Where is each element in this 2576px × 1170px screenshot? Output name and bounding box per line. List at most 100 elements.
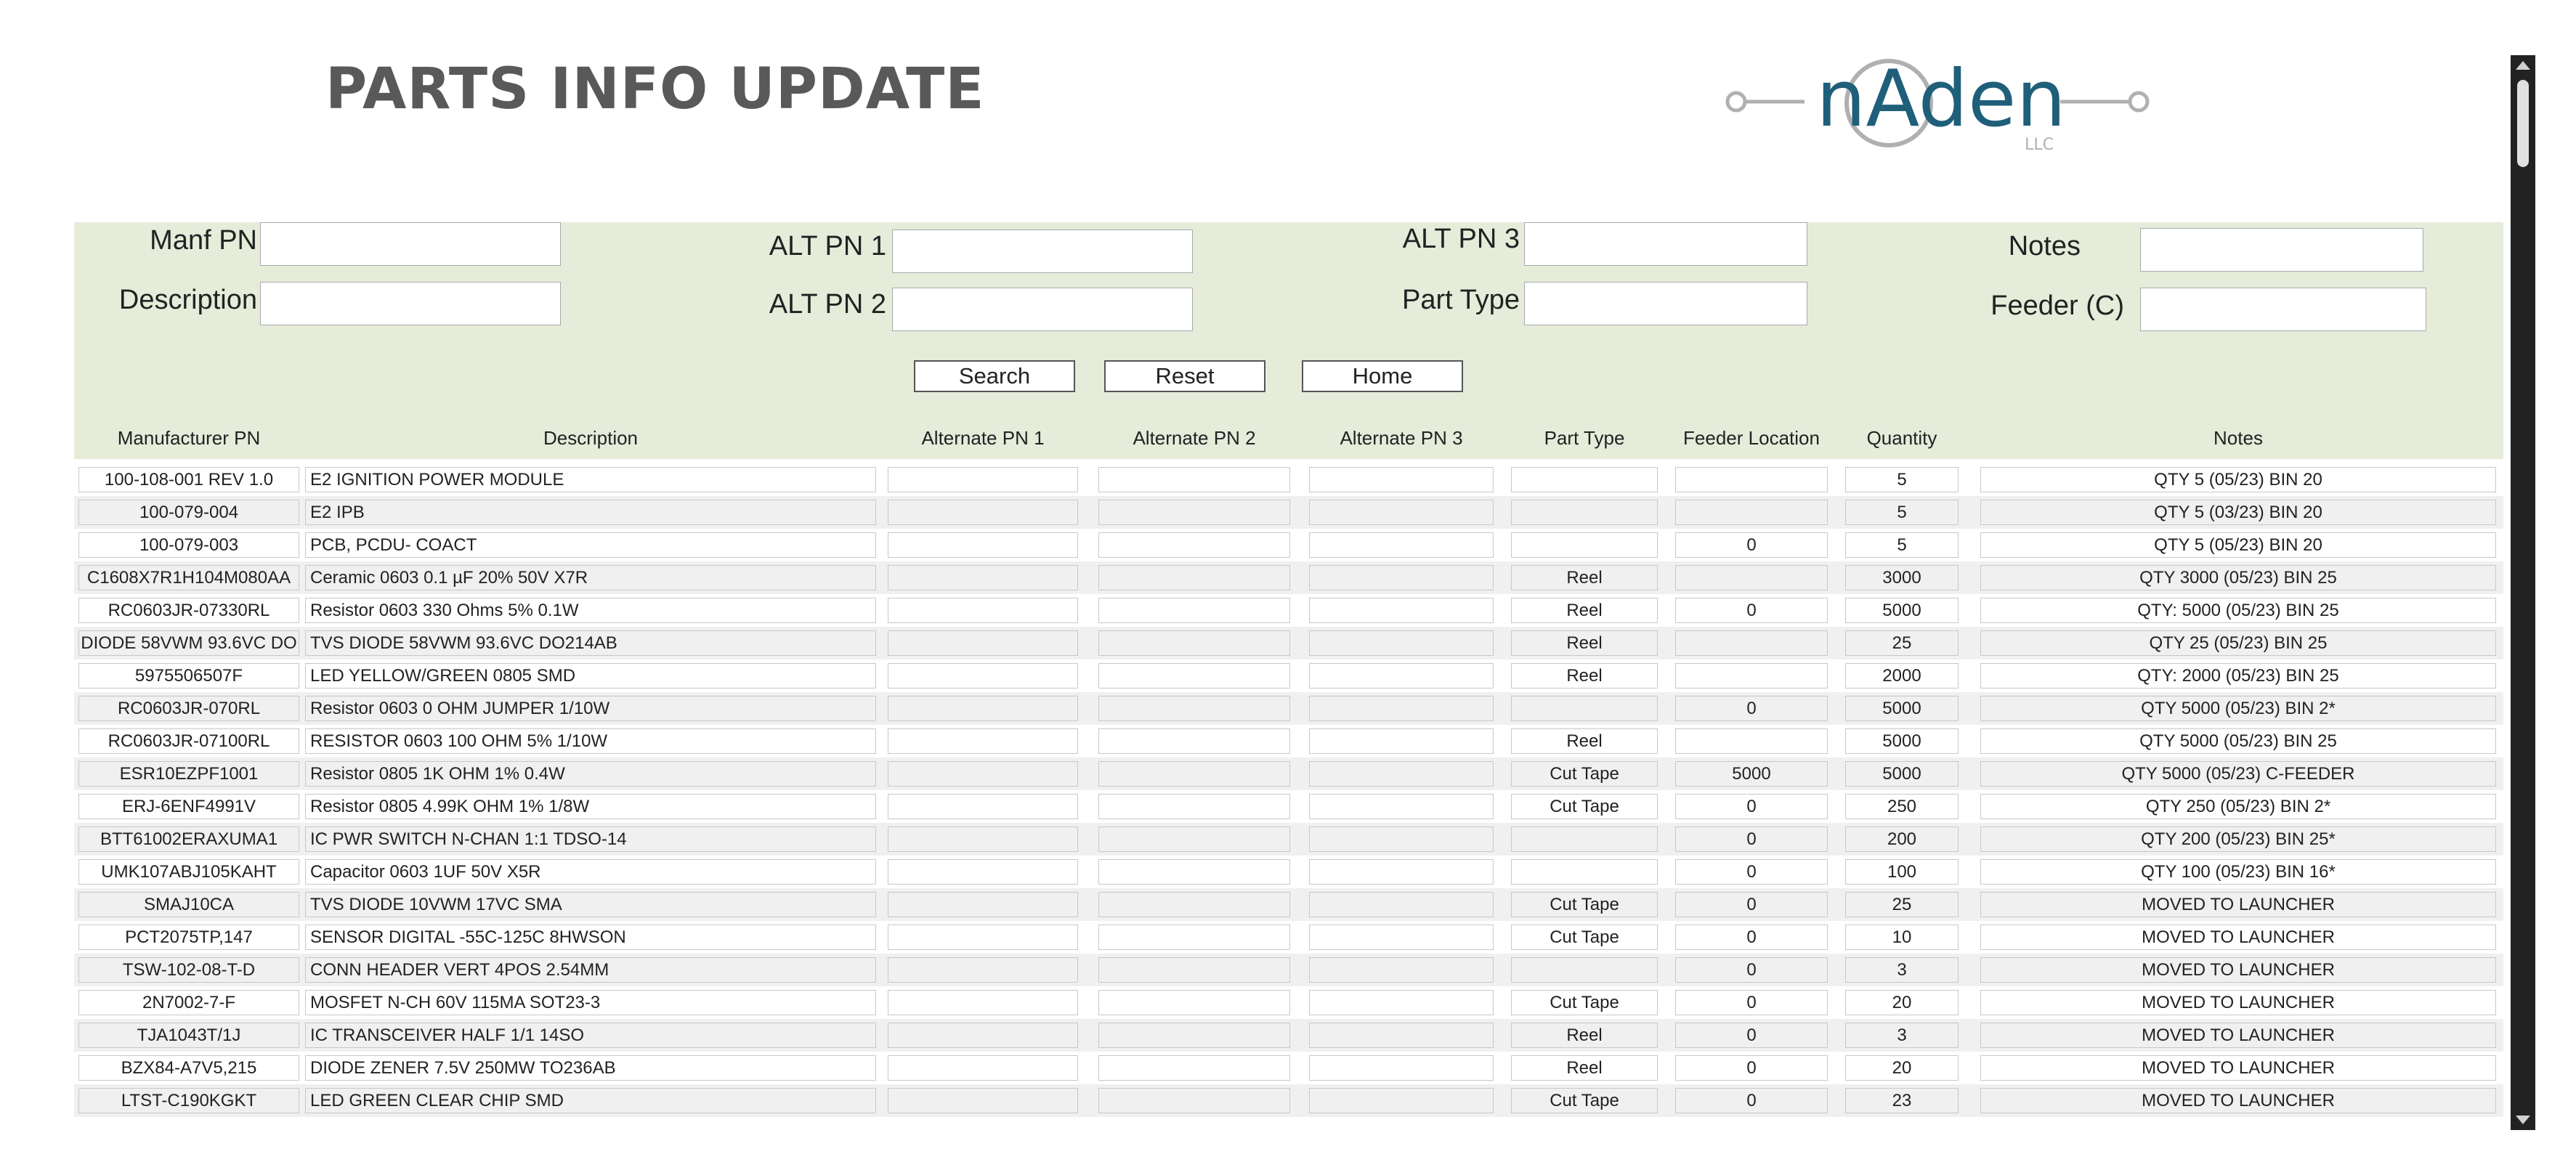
alt-pn2-cell[interactable] (1098, 892, 1290, 917)
alt-pn1-cell[interactable] (888, 892, 1078, 917)
quantity-cell[interactable]: 5000 (1845, 761, 1959, 787)
part-type-cell[interactable] (1511, 957, 1658, 983)
feeder-location-cell[interactable]: 0 (1675, 598, 1828, 623)
notes-cell[interactable]: QTY 5000 (05/23) BIN 2* (1980, 696, 2496, 721)
quantity-cell[interactable]: 5 (1845, 467, 1959, 492)
notes-cell[interactable]: QTY: 5000 (05/23) BIN 25 (1980, 598, 2496, 623)
manufacturer-pn-cell[interactable]: RC0603JR-07330RL (78, 598, 299, 623)
alt-pn1-cell[interactable] (888, 826, 1078, 852)
alt-pn2-cell[interactable] (1098, 761, 1290, 787)
description-input[interactable] (260, 282, 561, 325)
description-cell[interactable]: DIODE ZENER 7.5V 250MW TO236AB (305, 1055, 876, 1081)
manufacturer-pn-cell[interactable]: BTT61002ERAXUMA1 (78, 826, 299, 852)
feeder-location-cell[interactable]: 0 (1675, 859, 1828, 885)
alt-pn3-cell[interactable] (1309, 990, 1494, 1015)
alt-pn3-input[interactable] (1524, 222, 1807, 266)
manufacturer-pn-cell[interactable]: PCT2075TP,147 (78, 925, 299, 950)
description-cell[interactable]: MOSFET N-CH 60V 115MA SOT23-3 (305, 990, 876, 1015)
alt-pn2-cell[interactable] (1098, 500, 1290, 525)
manufacturer-pn-cell[interactable]: SMAJ10CA (78, 892, 299, 917)
notes-cell[interactable]: QTY 5000 (05/23) BIN 25 (1980, 728, 2496, 754)
notes-cell[interactable]: MOVED TO LAUNCHER (1980, 925, 2496, 950)
description-cell[interactable]: Resistor 0603 0 OHM JUMPER 1/10W (305, 696, 876, 721)
alt-pn1-cell[interactable] (888, 1023, 1078, 1048)
part-type-cell[interactable]: Reel (1511, 728, 1658, 754)
alt-pn3-cell[interactable] (1309, 761, 1494, 787)
notes-cell[interactable]: QTY 100 (05/23) BIN 16* (1980, 859, 2496, 885)
alt-pn1-cell[interactable] (888, 794, 1078, 819)
alt-pn3-cell[interactable] (1309, 630, 1494, 656)
part-type-cell[interactable] (1511, 696, 1658, 721)
scroll-down-icon[interactable] (2516, 1116, 2530, 1124)
reset-button[interactable]: Reset (1104, 360, 1265, 392)
part-type-cell[interactable]: Reel (1511, 663, 1658, 688)
description-cell[interactable]: Resistor 0603 330 Ohms 5% 0.1W (305, 598, 876, 623)
description-cell[interactable]: Resistor 0805 4.99K OHM 1% 1/8W (305, 794, 876, 819)
alt-pn1-cell[interactable] (888, 630, 1078, 656)
manufacturer-pn-cell[interactable]: TSW-102-08-T-D (78, 957, 299, 983)
part-type-cell[interactable]: Cut Tape (1511, 794, 1658, 819)
alt-pn1-input[interactable] (892, 229, 1193, 273)
notes-cell[interactable]: MOVED TO LAUNCHER (1980, 1088, 2496, 1113)
part-type-cell[interactable] (1511, 532, 1658, 558)
alt-pn2-input[interactable] (892, 288, 1193, 331)
alt-pn2-cell[interactable] (1098, 957, 1290, 983)
alt-pn3-cell[interactable] (1309, 826, 1494, 852)
manufacturer-pn-cell[interactable]: 5975506507F (78, 663, 299, 688)
description-cell[interactable]: IC PWR SWITCH N-CHAN 1:1 TDSO-14 (305, 826, 876, 852)
part-type-cell[interactable]: Cut Tape (1511, 925, 1658, 950)
alt-pn3-cell[interactable] (1309, 859, 1494, 885)
feeder-location-cell[interactable] (1675, 500, 1828, 525)
notes-cell[interactable]: QTY 3000 (05/23) BIN 25 (1980, 565, 2496, 590)
notes-cell[interactable]: MOVED TO LAUNCHER (1980, 1023, 2496, 1048)
alt-pn1-cell[interactable] (888, 859, 1078, 885)
quantity-cell[interactable]: 100 (1845, 859, 1959, 885)
part-type-input[interactable] (1524, 282, 1807, 325)
notes-cell[interactable]: QTY 5 (05/23) BIN 20 (1980, 532, 2496, 558)
notes-cell[interactable]: MOVED TO LAUNCHER (1980, 892, 2496, 917)
alt-pn3-cell[interactable] (1309, 1055, 1494, 1081)
manufacturer-pn-cell[interactable]: RC0603JR-07100RL (78, 728, 299, 754)
alt-pn2-cell[interactable] (1098, 1055, 1290, 1081)
alt-pn3-cell[interactable] (1309, 565, 1494, 590)
feeder-location-cell[interactable]: 0 (1675, 1088, 1828, 1113)
feeder-location-cell[interactable]: 0 (1675, 826, 1828, 852)
alt-pn3-cell[interactable] (1309, 925, 1494, 950)
alt-pn2-cell[interactable] (1098, 598, 1290, 623)
description-cell[interactable]: E2 IGNITION POWER MODULE (305, 467, 876, 492)
manufacturer-pn-cell[interactable]: UMK107ABJ105KAHT (78, 859, 299, 885)
manufacturer-pn-cell[interactable]: C1608X7R1H104M080AA (78, 565, 299, 590)
description-cell[interactable]: Ceramic 0603 0.1 µF 20% 50V X7R (305, 565, 876, 590)
feeder-location-cell[interactable] (1675, 663, 1828, 688)
part-type-cell[interactable]: Cut Tape (1511, 1088, 1658, 1113)
part-type-cell[interactable]: Cut Tape (1511, 990, 1658, 1015)
scroll-up-icon[interactable] (2516, 61, 2530, 70)
quantity-cell[interactable]: 200 (1845, 826, 1959, 852)
alt-pn3-cell[interactable] (1309, 957, 1494, 983)
alt-pn2-cell[interactable] (1098, 663, 1290, 688)
alt-pn3-cell[interactable] (1309, 467, 1494, 492)
quantity-cell[interactable]: 5 (1845, 532, 1959, 558)
manf-pn-input[interactable] (260, 222, 561, 266)
alt-pn3-cell[interactable] (1309, 532, 1494, 558)
description-cell[interactable]: Capacitor 0603 1UF 50V X5R (305, 859, 876, 885)
notes-cell[interactable]: MOVED TO LAUNCHER (1980, 957, 2496, 983)
notes-cell[interactable]: QTY 5 (03/23) BIN 20 (1980, 500, 2496, 525)
part-type-cell[interactable]: Cut Tape (1511, 892, 1658, 917)
feeder-location-cell[interactable]: 0 (1675, 696, 1828, 721)
alt-pn1-cell[interactable] (888, 925, 1078, 950)
feeder-location-cell[interactable]: 0 (1675, 925, 1828, 950)
part-type-cell[interactable]: Cut Tape (1511, 761, 1658, 787)
alt-pn1-cell[interactable] (888, 990, 1078, 1015)
notes-input[interactable] (2140, 228, 2423, 272)
alt-pn2-cell[interactable] (1098, 565, 1290, 590)
feeder-location-cell[interactable]: 0 (1675, 892, 1828, 917)
feeder-location-cell[interactable]: 0 (1675, 1023, 1828, 1048)
part-type-cell[interactable] (1511, 467, 1658, 492)
quantity-cell[interactable]: 250 (1845, 794, 1959, 819)
description-cell[interactable]: CONN HEADER VERT 4POS 2.54MM (305, 957, 876, 983)
manufacturer-pn-cell[interactable]: 100-108-001 REV 1.0 (78, 467, 299, 492)
feeder-location-cell[interactable] (1675, 630, 1828, 656)
part-type-cell[interactable]: Reel (1511, 1055, 1658, 1081)
manufacturer-pn-cell[interactable]: 2N7002-7-F (78, 990, 299, 1015)
